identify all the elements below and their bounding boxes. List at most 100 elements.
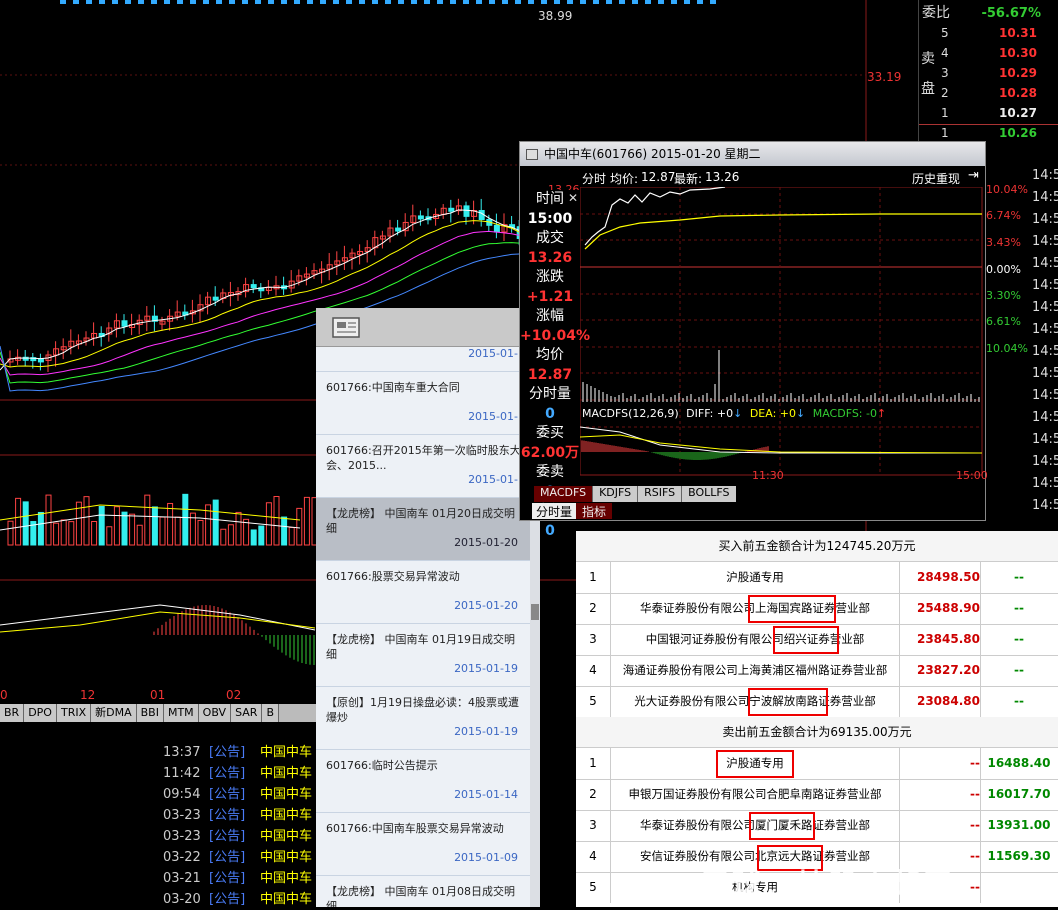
announcement-time: 03-23 [163,829,201,844]
replay-arrow-icon[interactable]: ⇥ [968,168,979,183]
news-item-selected[interactable]: 【龙虎榜】 中国南车 01月20日成交明细 2015-01-20 [316,498,530,561]
time-label: 14:5 [1032,454,1058,469]
signal-mark [463,0,469,4]
announcement-time: 03-22 [163,850,201,865]
list-item[interactable]: 09:54 [公告] 中国中车 [0,784,318,805]
news-item[interactable]: 601766:股票交易异常波动 2015-01-20 [316,561,530,624]
signal-mark [710,0,716,4]
tab-obv[interactable]: OBV [198,704,232,722]
signal-mark [645,0,651,4]
signal-mark [398,0,404,4]
tab-indicator[interactable]: 指标 [576,503,613,519]
announcement-time: 03-23 [163,808,201,823]
list-item[interactable]: 03-23 [公告] 中国中车 [0,826,318,847]
signal-mark [112,0,118,4]
bid-price: 10.26 [999,126,1037,140]
tab-sar[interactable]: SAR [231,704,263,722]
list-item[interactable]: 03-23 [公告] 中国中车 [0,805,318,826]
macd-label: MACDFS(12,26,9) [582,407,679,420]
tab-bollfs[interactable]: BOLLFS [681,486,736,502]
signal-mark [554,0,560,4]
axis-pct: 10.04% [986,342,1028,355]
news-title: 601766:召开2015年第一次临时股东大会、2015... [326,444,521,472]
news-panel: 2015-01- 601766:中国南车重大合同 2015-01- 601766:… [316,308,540,907]
popup-title: 中国中车(601766) 2015-01-20 星期二 [544,147,761,161]
macd-line [580,426,982,454]
announcement-name: 中国中车 [260,829,313,844]
x-tick-0: 0 [0,688,8,702]
tab-trix[interactable]: TRIX [56,704,92,722]
highlight-box [716,750,794,778]
tab-b[interactable]: B [262,704,279,722]
volume-bar [45,494,52,546]
signal-mark [268,0,274,4]
close-icon[interactable]: ✕ [568,191,578,205]
time-label: 14:5 [1032,476,1058,491]
list-item[interactable]: 11:42 [公告] 中国中车 [0,763,318,784]
news-item[interactable]: 2015-01- [316,346,530,372]
news-item[interactable]: 【龙虎榜】 中国南车 01月19日成交明细 2015-01-19 [316,624,530,687]
announcement-type: [公告] [209,829,246,844]
ask-level: 1 [941,106,949,120]
volume-bar [144,494,151,546]
signal-mark [138,0,144,4]
signal-mark [125,0,131,4]
tab-bbi[interactable]: BBI [136,704,164,722]
news-item[interactable]: 601766:中国南车重大合同 2015-01- [316,372,530,435]
volume-bar [106,526,113,546]
tab-new-dma[interactable]: 新DMA [91,704,137,722]
indicator-tabs[interactable]: BR DPO TRIX 新DMA BBI MTM OBV SAR B [0,704,320,722]
volume-bar [220,528,227,546]
tab-mtm[interactable]: MTM [163,704,199,722]
info-change-label: 涨跌 [536,269,564,285]
tab-rsifs[interactable]: RSIFS [637,486,682,502]
time-label: 14:5 [1032,410,1058,425]
tab-dpo[interactable]: DPO [24,704,57,722]
news-item[interactable]: 601766:临时公告提示 2015-01-14 [316,750,530,813]
list-item[interactable]: 13:37 [公告] 中国中车 [0,742,318,763]
info-avg-label: 均价 [536,347,564,363]
chart-frame [580,187,983,476]
news-date: 2015-01-09 [454,851,518,864]
x-tick-02: 02 [226,688,242,702]
table-row: 3 华泰证券股份有限公司厦门厦禾路证券营业部 -- 13931.00 [576,810,1058,842]
info-bid-label: 委买 [536,425,564,441]
list-item[interactable]: 03-22 [公告] 中国中车 [0,847,318,868]
tab-macdfs[interactable]: MACDFS [534,486,593,502]
tab-volume[interactable]: 分时量 [532,503,577,519]
intraday-popup[interactable]: 中国中车(601766) 2015-01-20 星期二 分时 均价: 12.87… [519,141,1028,539]
signal-mark [476,0,482,4]
news-item[interactable]: 601766:召开2015年第一次临时股东大会、2015... 2015-01- [316,435,530,498]
signal-mark [151,0,157,4]
signal-mark [164,0,170,4]
info-vol-value: 0 [545,405,555,422]
signal-mark [333,0,339,4]
popup-header: 分时 均价: 12.87 最新: 13.26 历史重现 ⇥ [520,167,985,187]
announcement-time: 13:37 [163,745,201,760]
announcement-time: 03-21 [163,871,201,886]
news-item[interactable]: 【原创】1月19日操盘必读：4股票或遭爆炒 2015-01-19 [316,687,530,750]
history-replay-button[interactable]: 历史重现 [912,170,960,187]
tab-kdjfs[interactable]: KDJFS [592,486,638,502]
signal-mark [658,0,664,4]
signal-mark [190,0,196,4]
signal-mark [437,0,443,4]
signal-mark [73,0,79,4]
list-item[interactable]: 03-21 [公告] 中国中车 [0,868,318,889]
volume-bar [68,521,75,546]
signal-mark [216,0,222,4]
news-item[interactable]: 【龙虎榜】 中国南车 01月08日成交明细 [316,876,530,907]
axis-pct: 3.43% [986,236,1021,249]
popup-bottom-tabs[interactable]: 分时量 指标 [532,503,613,519]
time-label: 14:5 [1032,300,1058,315]
news-title: 【龙虎榜】 中国南车 01月20日成交明细 [326,507,515,535]
news-item[interactable]: 601766:中国南车股票交易异常波动 2015-01-09 [316,813,530,876]
avg-value: 12.87 [641,170,676,184]
popup-indicator-tabs[interactable]: MACDFS KDJFS RSIFS BOLLFS [534,486,736,502]
volume-bar [303,496,310,546]
tab-br[interactable]: BR [0,704,25,722]
volume-bar [296,507,303,546]
news-title: 【龙虎榜】 中国南车 01月19日成交明细 [326,633,515,661]
popup-titlebar[interactable]: 中国中车(601766) 2015-01-20 星期二 [520,142,985,166]
announcement-list: 13:37 [公告] 中国中车 11:42 [公告] 中国中车 09:54 [公告] 中国中… [0,740,318,907]
